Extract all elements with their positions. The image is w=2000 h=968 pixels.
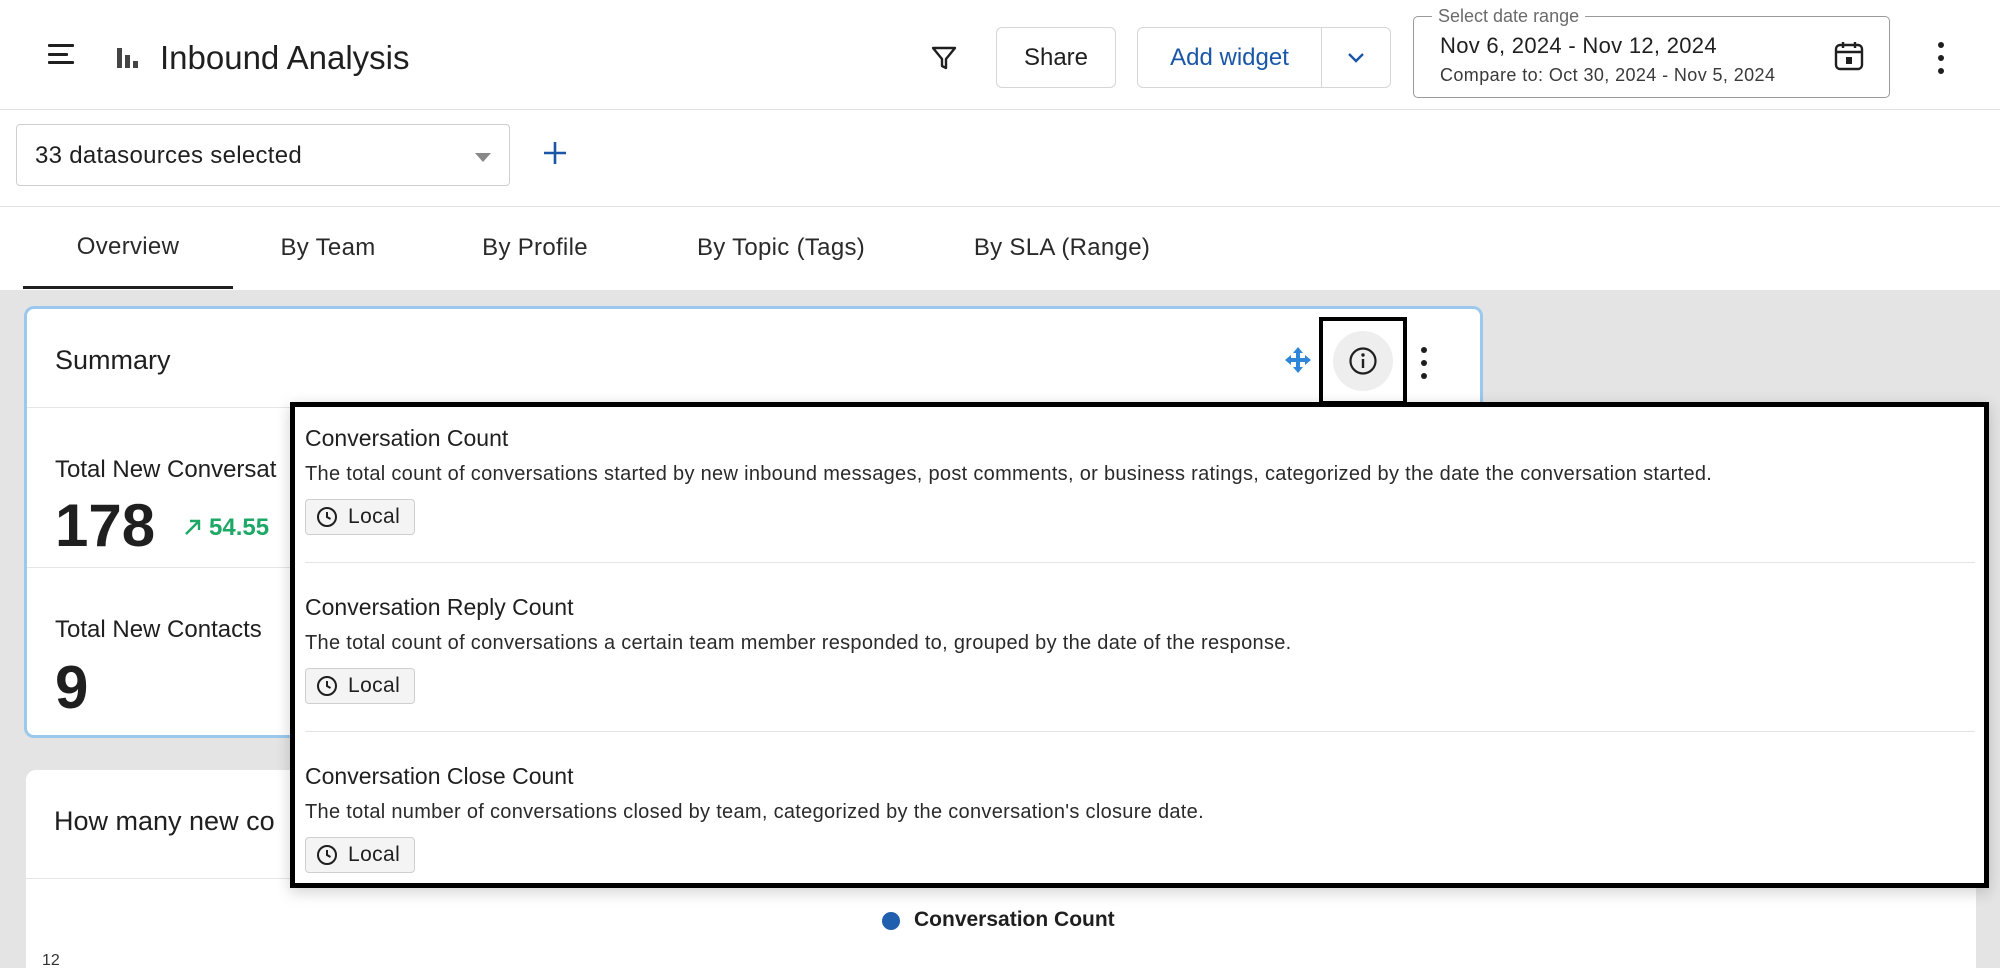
info-item-title: Conversation Reply Count [305, 594, 574, 620]
info-item-title: Conversation Count [305, 425, 509, 451]
date-range-value: Nov 6, 2024 - Nov 12, 2024 [1440, 33, 1717, 58]
add-widget-button[interactable]: Add widget [1138, 28, 1322, 87]
hamburger-icon[interactable] [48, 44, 74, 64]
timezone-badge-label: Local [348, 843, 401, 866]
info-icon[interactable] [1333, 331, 1393, 391]
app-header: Inbound Analysis Share Add widget Select… [0, 0, 2000, 110]
move-icon[interactable] [1283, 345, 1313, 375]
timezone-badge: Local [305, 668, 416, 704]
info-button-highlight [1319, 317, 1407, 405]
datasource-bar: 33 datasources selected [0, 110, 2000, 207]
legend-swatch [882, 912, 900, 930]
info-item-description: The total count of conversations a certa… [305, 632, 1292, 654]
tab-by-team[interactable]: By Team [252, 207, 404, 289]
datasource-select[interactable]: 33 datasources selected [16, 124, 510, 186]
more-options-icon[interactable] [1930, 40, 1952, 76]
info-item-description: The total number of conversations closed… [305, 801, 1204, 823]
add-widget-button-group: Add widget [1137, 27, 1391, 88]
tab-overview[interactable]: Overview [23, 207, 233, 289]
page-title: Inbound Analysis [160, 39, 410, 76]
metric-value: 178 [55, 492, 156, 559]
info-item: Conversation Close Count The total numbe… [305, 761, 1975, 873]
arrow-up-right-icon [185, 519, 201, 535]
date-range-legend: Select date range [1432, 6, 1586, 27]
info-item: Conversation Reply Count The total count… [305, 592, 1975, 704]
tab-by-sla[interactable]: By SLA (Range) [952, 207, 1172, 289]
add-datasource-button[interactable] [540, 138, 570, 168]
tab-by-topic[interactable]: By Topic (Tags) [672, 207, 890, 289]
metric-label: Total New Conversat [55, 456, 277, 483]
caret-down-icon [475, 153, 491, 162]
datasource-select-value: 33 datasources selected [35, 142, 303, 169]
add-widget-dropdown[interactable] [1322, 28, 1390, 87]
widget-title: Summary [55, 345, 171, 375]
info-item-description: The total count of conversations started… [305, 463, 1713, 485]
metric-info-popover: Conversation Count The total count of co… [290, 402, 1989, 888]
tab-by-profile[interactable]: By Profile [460, 207, 610, 289]
divider [305, 562, 1975, 563]
date-range-compare: Compare to: Oct 30, 2024 - Nov 5, 2024 [1440, 65, 1776, 85]
metric-value: 9 [55, 654, 89, 721]
divider [305, 731, 1975, 732]
metric-change-value: 54.55 [209, 514, 270, 541]
timezone-badge: Local [305, 499, 416, 535]
chevron-down-icon [1348, 52, 1364, 63]
info-item-title: Conversation Close Count [305, 763, 574, 789]
share-button[interactable]: Share [996, 27, 1116, 88]
bar-chart-icon [117, 48, 139, 68]
widget-title: How many new co [54, 806, 275, 836]
y-axis-tick: 12 [42, 952, 60, 968]
info-item: Conversation Count The total count of co… [305, 423, 1975, 535]
report-tabs: Overview By Team By Profile By Topic (Ta… [0, 207, 2000, 290]
timezone-badge: Local [305, 837, 416, 873]
plus-icon [544, 142, 566, 164]
clock-icon [317, 676, 337, 696]
clock-icon [317, 845, 337, 865]
timezone-badge-label: Local [348, 674, 401, 697]
legend-label[interactable]: Conversation Count [914, 908, 1115, 932]
calendar-icon[interactable] [1832, 39, 1866, 73]
widget-more-icon[interactable] [1413, 345, 1435, 381]
filter-icon[interactable] [930, 44, 958, 72]
metric-label: Total New Contacts [55, 616, 262, 643]
clock-icon [317, 507, 337, 527]
metric-change: 54.55 [183, 514, 269, 542]
timezone-badge-label: Local [348, 505, 401, 528]
date-range-picker[interactable]: Select date range Nov 6, 2024 - Nov 12, … [1413, 6, 1890, 98]
